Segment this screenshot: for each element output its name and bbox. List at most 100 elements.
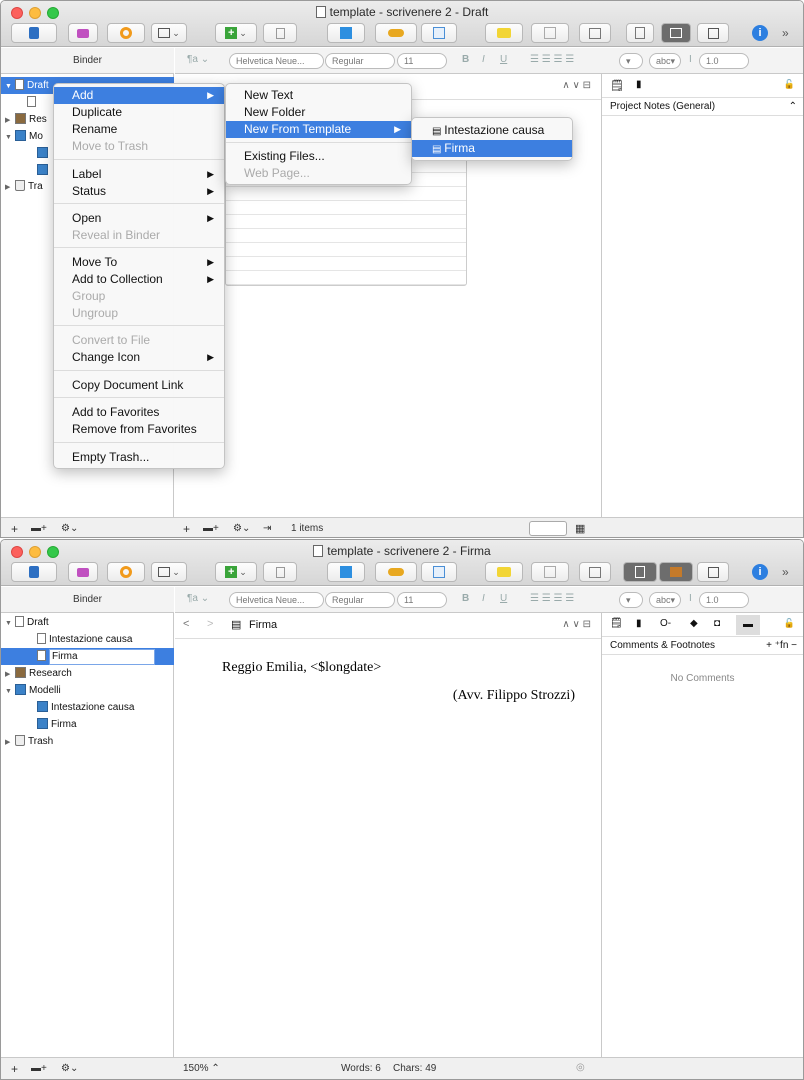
view-mode-button[interactable]: ⌄ [151, 562, 187, 582]
font-size-select[interactable]: 11 [397, 53, 447, 69]
binder-toggle-button[interactable] [11, 562, 57, 582]
nav-arrows-icon[interactable]: ∧ ∨ ⊟ [562, 80, 591, 91]
bookmark-tab-icon[interactable]: ▮ [636, 79, 642, 90]
notes-tab-icon[interactable]: 🗒 [610, 79, 624, 92]
menu-item[interactable]: Copy Document Link [54, 377, 224, 394]
menu-item[interactable]: Change Icon ▶ [54, 349, 224, 366]
layout-button[interactable] [579, 562, 611, 582]
comments-tab-icon[interactable]: ▬ [736, 615, 760, 635]
underline-button[interactable]: U [500, 593, 507, 604]
bold-button[interactable]: B [462, 54, 469, 65]
layout-button[interactable] [579, 23, 611, 43]
binder-toggle-button[interactable] [11, 23, 57, 43]
menu-item[interactable]: Duplicate [54, 104, 224, 121]
info-button[interactable]: i [745, 562, 775, 582]
gear-icon[interactable]: ⚙︎⌄ [233, 523, 250, 534]
info-button[interactable]: i [745, 23, 775, 43]
add-folder-icon[interactable]: ▬+ [31, 523, 47, 534]
menu-item[interactable]: Empty Trash... [54, 449, 224, 466]
menu-item[interactable]: Existing Files... [226, 148, 411, 165]
disclosure-triangle-icon[interactable]: ▶ [5, 112, 15, 129]
quickref-button[interactable] [327, 562, 365, 582]
add-comment-icon[interactable]: + ⁺fn − [766, 637, 797, 655]
edit-button[interactable] [421, 562, 457, 582]
zoom-select[interactable]: 150% ⌃ [183, 1063, 220, 1074]
add-folder-icon[interactable]: ▬+ [31, 1063, 47, 1074]
binder-item-template2[interactable] [37, 162, 51, 179]
binder-item-modelli[interactable]: ▼ Modelli [5, 682, 61, 699]
paragraph-style-icon[interactable]: ¶a ⌄ [187, 54, 209, 65]
binder-item-draft[interactable]: ▼ Draft [5, 614, 49, 631]
disclosure-triangle-icon[interactable]: ▶ [5, 666, 15, 683]
menu-item[interactable]: ▤ Firma [412, 140, 572, 157]
footnote-button[interactable] [531, 562, 569, 582]
font-family-select[interactable]: Helvetica Neue... [229, 592, 324, 608]
menu-item[interactable]: New Folder [226, 104, 411, 121]
back-arrow-icon[interactable]: < [183, 618, 189, 630]
add-button[interactable]: + ⌄ [215, 562, 257, 582]
inspector-toggle-button[interactable] [697, 562, 729, 582]
add-folder-icon[interactable]: ▬+ [203, 523, 219, 534]
paragraph-style-icon[interactable]: ¶a ⌄ [187, 593, 209, 604]
document-line-signature[interactable]: (Avv. Filippo Strozzi) [453, 688, 575, 704]
sync-button[interactable] [107, 23, 145, 43]
binder-item-modelli[interactable]: ▼ Mo [5, 128, 43, 145]
sync-button[interactable] [107, 562, 145, 582]
disclosure-triangle-icon[interactable]: ▶ [5, 734, 15, 751]
view-mode-button[interactable]: ⌄ [151, 23, 187, 43]
forward-arrow-icon[interactable]: > [207, 618, 213, 630]
overflow-chevron-icon[interactable]: » [782, 565, 789, 579]
align-buttons[interactable]: ☰ ☰ ☰ ☰ [530, 593, 574, 604]
tag-tab-icon[interactable]: ◆ [690, 618, 698, 629]
disclosure-triangle-icon[interactable]: ▶ [5, 179, 15, 196]
add-icon[interactable]: + [183, 522, 190, 536]
binder-item-doc[interactable] [27, 94, 39, 111]
single-view-button[interactable] [623, 562, 657, 582]
key-tab-icon[interactable]: O- [660, 618, 671, 629]
align-buttons[interactable]: ☰ ☰ ☰ ☰ [530, 54, 574, 65]
gear-icon[interactable]: ⚙︎⌄ [61, 1063, 78, 1074]
trash-button[interactable] [263, 23, 297, 43]
snapshot-tab-icon[interactable]: ◘ [714, 618, 720, 629]
menu-item[interactable]: ▤ Intestazione causa [412, 122, 572, 139]
menu-item[interactable]: Add to Collection ▶ [54, 271, 224, 288]
disclosure-triangle-icon[interactable]: ▼ [5, 683, 15, 700]
highlight-select[interactable]: abc▾ [649, 53, 681, 69]
trash-button[interactable] [263, 562, 297, 582]
binder-item-research[interactable]: ▶ Research [5, 665, 72, 682]
menu-item[interactable]: Remove from Favorites [54, 421, 224, 438]
binder-item-trash[interactable]: ▶ Tra [5, 178, 43, 195]
collections-button[interactable] [68, 23, 98, 43]
font-style-select[interactable]: Regular [325, 592, 395, 608]
collections-button[interactable] [68, 562, 98, 582]
notes-select[interactable]: Project Notes (General) ⌃ [602, 98, 803, 116]
font-size-select[interactable]: 11 [397, 592, 447, 608]
menu-item[interactable]: Status ▶ [54, 183, 224, 200]
binder-item-research[interactable]: ▶ Res [5, 111, 47, 128]
line-spacing-select[interactable]: 1.0 [699, 53, 749, 69]
font-style-select[interactable]: Regular [325, 53, 395, 69]
binder-item-template-intestazione[interactable]: Intestazione causa [37, 699, 134, 716]
binder-item-template-firma[interactable]: Firma [37, 716, 77, 733]
binder-item-firma[interactable]: Firma [1, 648, 174, 665]
inspector-toggle-button[interactable] [697, 23, 729, 43]
document-line-date[interactable]: Reggio Emilia, <$longdate> [222, 660, 381, 676]
split-view-button[interactable] [659, 562, 693, 582]
text-color-select[interactable]: ▾ [619, 53, 643, 69]
menu-item[interactable]: Move To ▶ [54, 254, 224, 271]
keywords-button[interactable] [375, 562, 417, 582]
italic-button[interactable]: I [482, 54, 485, 65]
bookmark-tab-icon[interactable]: ▮ [636, 618, 642, 629]
binder-item-intestazione[interactable]: Intestazione causa [37, 631, 132, 648]
highlight-select[interactable]: abc▾ [649, 592, 681, 608]
binder-item-trash[interactable]: ▶ Trash [5, 733, 53, 750]
footnote-button[interactable] [531, 23, 569, 43]
notes-tab-icon[interactable]: 🗒 [610, 618, 623, 629]
view-toggle[interactable] [529, 521, 567, 536]
menu-item[interactable]: Add to Favorites [54, 404, 224, 421]
single-view-button[interactable] [626, 23, 654, 43]
quickref-button[interactable] [327, 23, 365, 43]
menu-item[interactable]: Rename [54, 121, 224, 138]
edit-button[interactable] [421, 23, 457, 43]
disclosure-triangle-icon[interactable]: ▼ [5, 129, 15, 146]
